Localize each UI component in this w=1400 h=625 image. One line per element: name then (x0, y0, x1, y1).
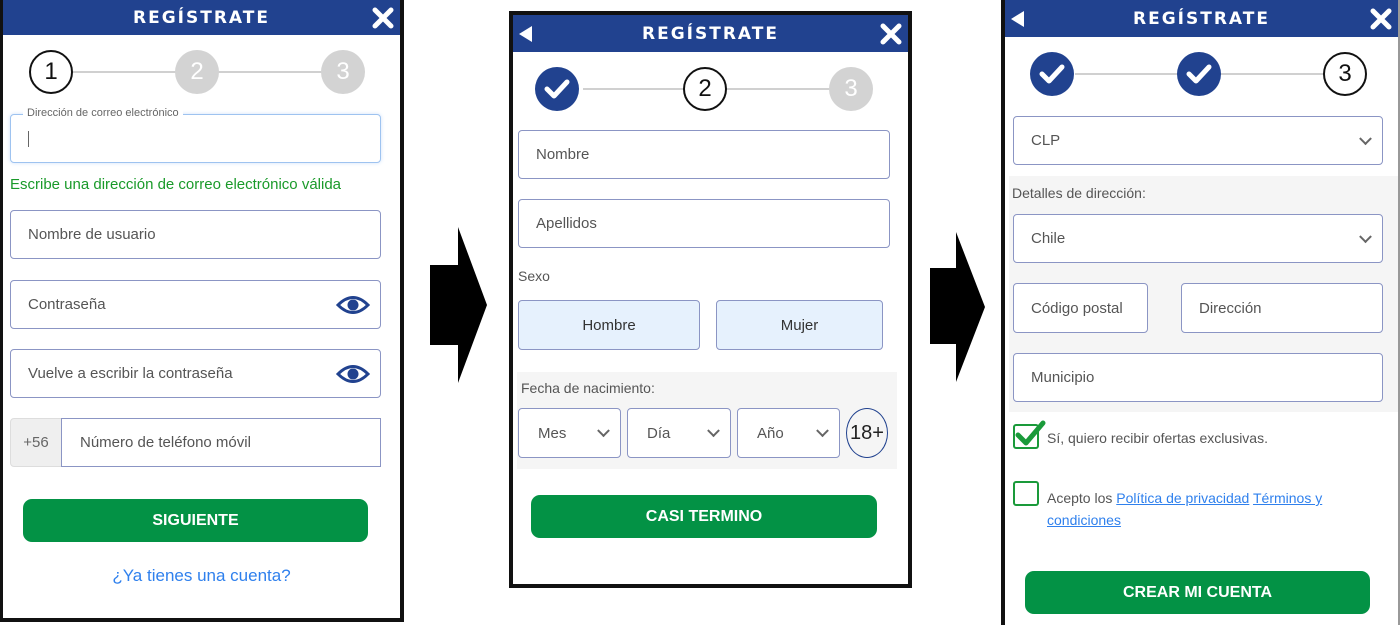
sex-option-male[interactable]: Hombre (518, 300, 700, 350)
header: REGÍSTRATE (1005, 0, 1398, 37)
dob-day-value: Día (647, 424, 671, 442)
age-badge: 18+ (846, 408, 888, 458)
postal-code-input[interactable]: Código postal (1013, 283, 1148, 333)
back-icon[interactable] (519, 25, 532, 42)
address-label: Detalles de dirección: (1012, 185, 1146, 201)
arrow-right-icon (930, 232, 985, 382)
step-3-pending: 3 (321, 50, 365, 94)
terms-prefix: Acepto los (1047, 490, 1117, 506)
step-1-done (535, 67, 579, 111)
step-1-active: 1 (29, 50, 73, 94)
header-title: REGÍSTRATE (642, 23, 779, 44)
text-cursor (28, 130, 29, 147)
close-icon[interactable] (1370, 8, 1392, 30)
email-field[interactable]: Dirección de correo electrónico (10, 107, 381, 163)
password-placeholder: Contraseña (28, 296, 106, 313)
country-select[interactable]: Chile (1013, 214, 1383, 263)
header: REGÍSTRATE (3, 0, 400, 35)
registration-step-3-panel: REGÍSTRATE 3 CLP Detalles de dirección: … (1001, 0, 1400, 625)
registration-step-1-panel: REGÍSTRATE 1 2 3 Dirección de correo ele… (0, 0, 404, 622)
phone-prefix: +56 (10, 418, 62, 467)
eye-icon[interactable] (336, 294, 370, 316)
currency-select[interactable]: CLP (1013, 116, 1383, 165)
first-name-placeholder: Nombre (536, 146, 590, 163)
address-input[interactable]: Dirección (1181, 283, 1383, 333)
step-3-active: 3 (1323, 52, 1367, 96)
offers-label: Sí, quiero recibir ofertas exclusivas. (1047, 430, 1268, 446)
registration-step-2-panel: REGÍSTRATE 2 3 Nombre Apellidos Sexo Hom… (509, 11, 912, 588)
header: REGÍSTRATE (513, 15, 908, 52)
step-2-active: 2 (683, 67, 727, 111)
next-button[interactable]: SIGUIENTE (23, 499, 368, 542)
terms-checkbox[interactable] (1013, 481, 1039, 506)
stepper: 3 (1005, 52, 1398, 96)
email-field-label: Dirección de correo electrónico (23, 107, 183, 119)
dob-month-value: Mes (538, 424, 567, 442)
dob-month-select[interactable]: Mes (518, 408, 621, 458)
phone-input[interactable]: Número de teléfono móvil (61, 418, 381, 467)
chevron-down-icon (707, 424, 720, 438)
terms-link[interactable]: Términos y (1253, 490, 1322, 506)
stepper: 2 3 (513, 67, 908, 111)
step-2-done (1177, 52, 1221, 96)
privacy-policy-link[interactable]: Política de privacidad (1116, 490, 1249, 506)
close-icon[interactable] (372, 7, 394, 29)
chevron-down-icon (597, 424, 610, 438)
terms-link-continued[interactable]: condiciones (1047, 512, 1121, 528)
sex-option-female[interactable]: Mujer (716, 300, 883, 350)
step-3-pending: 3 (829, 67, 873, 111)
checkmark-icon (1186, 64, 1212, 84)
dob-year-value: Año (757, 424, 784, 442)
header-title: REGÍSTRATE (133, 7, 270, 28)
city-input[interactable]: Municipio (1013, 353, 1383, 402)
offers-checkbox[interactable] (1013, 420, 1046, 449)
sex-label: Sexo (518, 268, 550, 284)
chevron-down-icon (1359, 229, 1372, 243)
checkmark-icon (1039, 64, 1065, 84)
dob-year-select[interactable]: Año (737, 408, 840, 458)
close-icon[interactable] (880, 23, 902, 45)
header-title: REGÍSTRATE (1133, 8, 1270, 29)
checkmark-icon (544, 79, 570, 99)
dob-label: Fecha de nacimiento: (521, 380, 655, 396)
last-name-input[interactable]: Apellidos (518, 199, 890, 248)
last-name-placeholder: Apellidos (536, 215, 597, 232)
stepper: 1 2 3 (3, 50, 400, 94)
step-1-done (1030, 52, 1074, 96)
chevron-down-icon (816, 424, 829, 438)
next-button[interactable]: CASI TERMINO (531, 495, 877, 538)
password-input[interactable]: Contraseña (10, 280, 381, 329)
registration-flow: REGÍSTRATE 1 2 3 Dirección de correo ele… (0, 0, 1400, 625)
password-repeat-input[interactable]: Vuelve a escribir la contraseña (10, 349, 381, 398)
eye-icon[interactable] (336, 363, 370, 385)
address-placeholder: Dirección (1199, 299, 1262, 317)
email-hint: Escribe una dirección de correo electrón… (10, 176, 342, 193)
checkmark-icon (1015, 420, 1046, 446)
arrow-right-icon (430, 227, 487, 383)
create-account-button[interactable]: CREAR MI CUENTA (1025, 571, 1370, 614)
login-link[interactable]: ¿Ya tienes una cuenta? (3, 566, 400, 586)
password-repeat-placeholder: Vuelve a escribir la contraseña (28, 365, 233, 382)
terms-label: Acepto los Política de privacidad Términ… (1047, 487, 1367, 531)
currency-value: CLP (1031, 132, 1061, 149)
step-2-pending: 2 (175, 50, 219, 94)
back-icon[interactable] (1011, 10, 1024, 27)
username-input[interactable]: Nombre de usuario (10, 210, 381, 259)
first-name-input[interactable]: Nombre (518, 130, 890, 179)
city-placeholder: Municipio (1031, 369, 1095, 386)
country-value: Chile (1031, 230, 1066, 247)
chevron-down-icon (1359, 131, 1372, 145)
username-placeholder: Nombre de usuario (28, 226, 156, 243)
postal-code-placeholder: Código postal (1031, 299, 1123, 317)
dob-day-select[interactable]: Día (627, 408, 731, 458)
phone-placeholder: Número de teléfono móvil (80, 434, 251, 451)
